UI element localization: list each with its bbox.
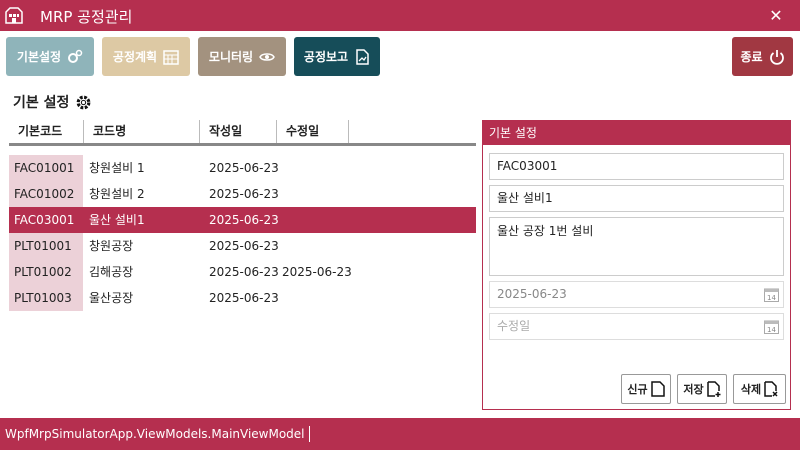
eye-icon [259,52,275,61]
calendar-grid-icon [163,49,179,65]
row-name: 울산공장 [89,291,134,305]
table-row[interactable]: PLT01001 창원공장 2025-06-23 [9,233,476,259]
close-icon[interactable]: ✕ [766,6,786,26]
row-created: 2025-06-23 [209,187,279,201]
updated-date-picker[interactable]: 수정일 14 [489,313,784,340]
power-icon [769,49,784,65]
calendar-icon[interactable]: 14 [764,319,779,334]
row-name: 창원공장 [89,239,134,253]
status-text: WpfMrpSimulatorApp.ViewModels.MainViewMo… [5,426,310,442]
row-name: 울산 설비1 [89,213,145,227]
status-bar: WpfMrpSimulatorApp.ViewModels.MainViewMo… [0,418,800,450]
new-document-icon [650,381,665,397]
factory-icon [5,7,23,24]
table-row[interactable]: PLT01002 김해공장 2025-06-23 2025-06-23 [9,259,476,285]
code-field[interactable]: FAC03001 [489,153,784,180]
updated-date-placeholder: 수정일 [497,319,531,333]
column-header-name[interactable]: 코드명 [84,120,200,143]
calendar-icon[interactable]: 14 [764,287,779,302]
created-date-value: 2025-06-23 [497,287,567,301]
basic-settings-button[interactable]: 기본설정 [6,37,94,76]
process-plan-label: 공정계획 [112,50,158,64]
table-row-selected[interactable]: FAC03001 울산 설비1 2025-06-23 [9,207,476,233]
column-header-updated[interactable]: 수정일 [277,120,349,143]
row-created: 2025-06-23 [209,213,279,227]
row-name: 김해공장 [89,265,134,279]
row-code: FAC01001 [9,155,83,181]
gear-icon [77,95,91,109]
name-field[interactable]: 울산 설비1 [489,185,784,212]
table-row[interactable]: FAC01002 창원설비 2 2025-06-23 [9,181,476,207]
row-code: PLT01003 [9,285,83,311]
section-title-text: 기본 설정 [13,95,70,111]
row-name: 창원설비 1 [89,161,145,175]
save-label: 저장 [683,383,704,396]
table-row[interactable]: FAC01001 창원설비 1 2025-06-23 [9,155,476,181]
title-bar: MRP 공정관리 ✕ [0,0,800,31]
row-updated: 2025-06-23 [282,265,352,279]
row-code: PLT01001 [9,233,83,259]
row-created: 2025-06-23 [209,265,279,279]
gears-icon [68,49,83,63]
row-code: PLT01002 [9,259,83,285]
calendar-day-number: 14 [767,326,776,334]
delete-label: 삭제 [740,383,762,396]
row-code: FAC01002 [9,181,83,207]
exit-button[interactable]: 종료 [732,37,793,76]
document-remove-icon [764,381,778,397]
row-created: 2025-06-23 [209,161,279,175]
row-created: 2025-06-23 [209,291,279,305]
process-report-button[interactable]: 공정보고 [294,37,380,76]
monitoring-button[interactable]: 모니터링 [198,37,286,76]
description-field[interactable]: 울산 공장 1번 설비 [489,217,784,276]
table-row[interactable]: PLT01003 울산공장 2025-06-23 [9,285,476,311]
window-title: MRP 공정관리 [40,8,133,26]
created-date-picker[interactable]: 2025-06-23 14 [489,281,784,308]
section-title: 기본 설정 [13,92,92,112]
new-label: 신규 [627,383,648,396]
exit-label: 종료 [740,50,763,64]
row-created: 2025-06-23 [209,239,279,253]
grid-header: 기본코드 코드명 작성일 수정일 [9,120,476,146]
panel-title: 기본 설정 [483,121,790,145]
document-add-icon [706,381,721,397]
row-code: FAC03001 [9,207,83,233]
column-header-code[interactable]: 기본코드 [9,120,84,143]
document-chart-icon [356,48,369,65]
row-name: 창원설비 2 [89,187,145,201]
basic-settings-label: 기본설정 [16,50,62,64]
new-button[interactable]: 신규 [621,374,671,404]
process-plan-button[interactable]: 공정계획 [102,37,190,76]
process-report-label: 공정보고 [303,50,349,64]
monitoring-label: 모니터링 [208,50,254,64]
detail-panel: 기본 설정 FAC03001 울산 설비1 울산 공장 1번 설비 2025-0… [482,120,791,410]
main-toolbar: 기본설정 공정계획 모니터링 공정보고 종료 [0,31,800,86]
save-button[interactable]: 저장 [677,374,727,404]
calendar-day-number: 14 [767,294,776,302]
column-header-created[interactable]: 작성일 [200,120,277,143]
delete-button[interactable]: 삭제 [733,374,786,404]
